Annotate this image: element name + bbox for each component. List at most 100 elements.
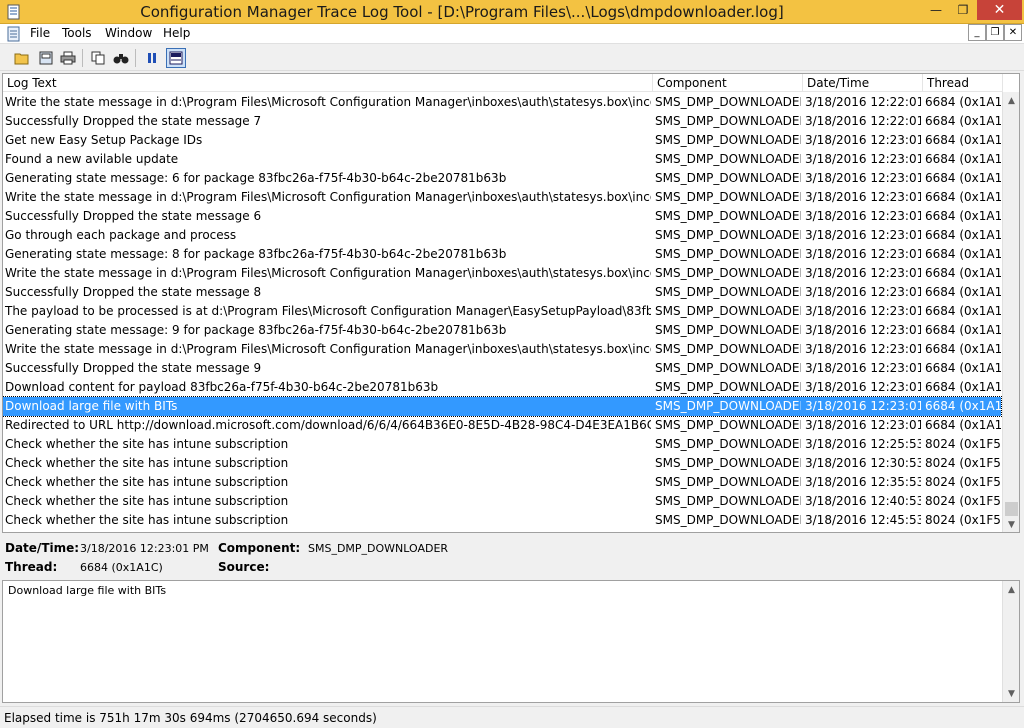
scroll-down-arrow-icon[interactable]: ▼ — [1003, 685, 1020, 702]
document-icon[interactable] — [6, 26, 22, 42]
table-row[interactable]: Redirected to URL http://download.micros… — [3, 416, 1001, 435]
table-row[interactable]: Successfully Dropped the state message 7… — [3, 112, 1001, 131]
table-row[interactable]: Write the state message in d:\Program Fi… — [3, 340, 1001, 359]
mdi-restore-button[interactable]: ❐ — [986, 24, 1004, 41]
print-preview-icon[interactable] — [36, 48, 56, 68]
menu-tools[interactable]: Tools — [62, 26, 92, 40]
find-binoculars-icon[interactable] — [111, 48, 131, 68]
table-row[interactable]: The payload to be processed is at d:\Pro… — [3, 302, 1001, 321]
component-label: Component: — [218, 541, 301, 555]
thread-cell: 6684 (0x1A1C) — [925, 95, 1001, 109]
date-time-cell: 3/18/2016 12:22:01 PM — [805, 114, 921, 128]
scrollbar-thumb[interactable] — [1005, 502, 1018, 516]
table-row[interactable]: Go through each package and process SMS_D… — [3, 226, 1001, 245]
pause-icon[interactable] — [142, 48, 162, 68]
log-text-cell: Successfully Dropped the state message 6 — [5, 209, 262, 223]
thread-cell: 6684 (0x1A1C) — [925, 418, 1001, 432]
table-row[interactable]: Check whether the site has intune subscr… — [3, 454, 1001, 473]
print-icon[interactable] — [58, 48, 78, 68]
date-time-cell: 3/18/2016 12:23:01 PM — [805, 171, 921, 185]
column-component[interactable]: Component — [653, 74, 803, 92]
detail-pane: Date/Time: 3/18/2016 12:23:01 PM Compone… — [0, 535, 1024, 579]
component-cell: SMS_DMP_DOWNLOADER — [655, 494, 801, 508]
component-cell: SMS_DMP_DOWNLOADER — [655, 456, 801, 470]
date-time-cell: 3/18/2016 12:23:01 PM — [805, 190, 921, 204]
component-cell: SMS_DMP_DOWNLOADER — [655, 437, 801, 451]
mdi-minimize-button[interactable]: _ — [968, 24, 986, 41]
column-date-time[interactable]: Date/Time — [803, 74, 923, 92]
column-log-text[interactable]: Log Text — [3, 74, 653, 92]
component-cell: SMS_DMP_DOWNLOADER — [655, 399, 801, 413]
list-body: Write the state message in d:\Program Fi… — [3, 93, 1002, 532]
log-text-cell: Write the state message in d:\Program Fi… — [5, 266, 651, 280]
close-button[interactable]: ✕ — [977, 0, 1022, 20]
maximize-button[interactable]: ❐ — [950, 0, 976, 20]
table-row[interactable]: Generating state message: 8 for package … — [3, 245, 1001, 264]
log-list[interactable]: Log Text Component Date/Time Thread Writ… — [2, 73, 1020, 533]
menu-help[interactable]: Help — [163, 26, 190, 40]
thread-cell: 8024 (0x1F58) — [925, 475, 1001, 489]
log-text-cell: Check whether the site has intune subscr… — [5, 513, 289, 527]
column-thread[interactable]: Thread — [923, 74, 1003, 92]
thread-cell: 6684 (0x1A1C) — [925, 380, 1001, 394]
table-row[interactable]: Successfully Dropped the state message 9… — [3, 359, 1001, 378]
title-bar[interactable]: Configuration Manager Trace Log Tool - [… — [0, 0, 1024, 24]
menu-file[interactable]: File — [30, 26, 50, 40]
scroll-up-arrow-icon[interactable]: ▲ — [1003, 92, 1019, 109]
date-time-cell: 3/18/2016 12:23:01 PM — [805, 209, 921, 223]
table-row[interactable]: Get new Easy Setup Package IDs SMS_DMP_DO… — [3, 131, 1001, 150]
thread-cell: 6684 (0x1A1C) — [925, 114, 1001, 128]
table-row[interactable]: Check whether the site has intune subscr… — [3, 492, 1001, 511]
detail-pane-toggle-icon[interactable] — [166, 48, 186, 68]
message-text-box[interactable]: Download large file with BITs ▲ ▼ — [2, 580, 1020, 703]
component-cell: SMS_DMP_DOWNLOADER — [655, 152, 801, 166]
log-text-cell: Write the state message in d:\Program Fi… — [5, 95, 651, 109]
table-row[interactable]: Write the state message in d:\Program Fi… — [3, 188, 1001, 207]
table-row[interactable]: Check whether the site has intune subscr… — [3, 435, 1001, 454]
date-time-cell: 3/18/2016 12:23:01 PM — [805, 418, 921, 432]
date-time-cell: 3/18/2016 12:23:01 PM — [805, 247, 921, 261]
log-text-cell: Successfully Dropped the state message 8 — [5, 285, 262, 299]
thread-cell: 6684 (0x1A1C) — [925, 342, 1001, 356]
minimize-button[interactable]: — — [923, 0, 949, 20]
table-row[interactable]: Check whether the site has intune subscr… — [3, 473, 1001, 492]
log-text-cell: Write the state message in d:\Program Fi… — [5, 342, 651, 356]
scroll-down-arrow-icon[interactable]: ▼ — [1003, 516, 1019, 532]
table-row[interactable]: Successfully Dropped the state message 8… — [3, 283, 1001, 302]
date-time-cell: 3/18/2016 12:23:01 PM — [805, 380, 921, 394]
thread-cell: 6684 (0x1A1C) — [925, 133, 1001, 147]
table-row[interactable]: Generating state message: 6 for package … — [3, 169, 1001, 188]
message-text: Download large file with BITs — [8, 584, 167, 597]
elapsed-time-status: Elapsed time is 751h 17m 30s 694ms (2704… — [4, 711, 377, 725]
component-cell: SMS_DMP_DOWNLOADER — [655, 342, 801, 356]
menu-window[interactable]: Window — [105, 26, 152, 40]
log-text-cell: Write the state message in d:\Program Fi… — [5, 190, 651, 204]
mdi-close-button[interactable]: ✕ — [1004, 24, 1022, 41]
scroll-up-arrow-icon[interactable]: ▲ — [1003, 581, 1020, 598]
table-row[interactable]: Write the state message in d:\Program Fi… — [3, 93, 1001, 112]
component-cell: SMS_DMP_DOWNLOADER — [655, 133, 801, 147]
thread-cell: 6684 (0x1A1C) — [925, 399, 1001, 413]
date-time-cell: 3/18/2016 12:23:01 PM — [805, 228, 921, 242]
date-time-cell: 3/18/2016 12:23:01 PM — [805, 361, 921, 375]
thread-label: Thread: — [5, 560, 58, 574]
thread-cell: 6684 (0x1A1C) — [925, 304, 1001, 318]
message-scrollbar[interactable]: ▲ ▼ — [1002, 581, 1019, 702]
open-folder-icon[interactable] — [12, 48, 32, 68]
table-row[interactable]: Download large file with BITs SMS_DMP_DOW… — [3, 396, 1002, 417]
table-row[interactable]: Check whether the site has intune subscr… — [3, 511, 1001, 530]
table-row[interactable]: Generating state message: 9 for package … — [3, 321, 1001, 340]
copy-icon[interactable] — [88, 48, 108, 68]
table-row[interactable]: Write the state message in d:\Program Fi… — [3, 264, 1001, 283]
thread-cell: 6684 (0x1A1C) — [925, 152, 1001, 166]
table-row[interactable]: Download content for payload 83fbc26a-f7… — [3, 378, 1001, 397]
table-row[interactable]: Successfully Dropped the state message 6… — [3, 207, 1001, 226]
log-text-cell: Check whether the site has intune subscr… — [5, 494, 289, 508]
log-text-cell: Check whether the site has intune subscr… — [5, 475, 289, 489]
thread-cell: 6684 (0x1A1C) — [925, 209, 1001, 223]
log-text-cell: Generating state message: 6 for package … — [5, 171, 507, 185]
list-header: Log Text Component Date/Time Thread — [3, 74, 1003, 92]
date-time-cell: 3/18/2016 12:23:01 PM — [805, 399, 921, 413]
table-row[interactable]: Found a new avilable update SMS_DMP_DOWNL… — [3, 150, 1001, 169]
list-scrollbar[interactable]: ▲ ▼ — [1002, 92, 1019, 532]
